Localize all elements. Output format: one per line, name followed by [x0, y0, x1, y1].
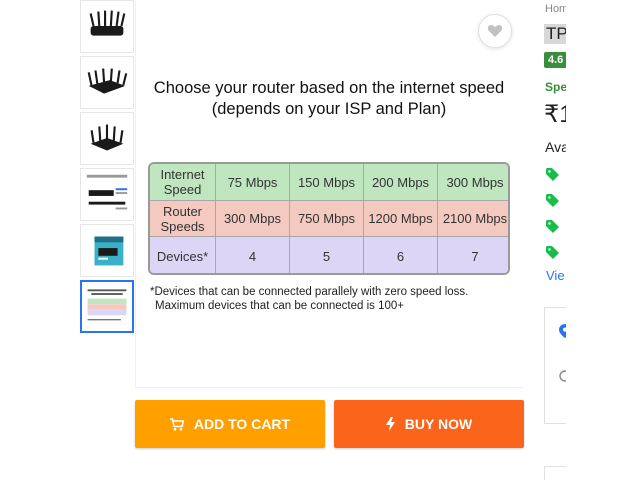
- router-speed-cell: 1200 Mbps: [364, 201, 438, 237]
- special-price-label: Spe: [545, 80, 566, 94]
- headline-line-2: (depends on your ISP and Plan): [211, 100, 447, 118]
- router-speed-cell: 2100 Mbps: [438, 201, 508, 237]
- box-image: [94, 236, 124, 266]
- delivery-box: [544, 307, 566, 424]
- rating-badge: 4.6: [544, 52, 566, 68]
- cart-icon: [169, 417, 184, 431]
- headline-line-1: Choose your router based on the internet…: [153, 79, 505, 97]
- speed-chart-image: [87, 289, 127, 321]
- buy-now-label: BUY NOW: [404, 416, 473, 432]
- tag-icon: [546, 220, 559, 233]
- product-title: TP: [544, 24, 566, 44]
- add-to-cart-button[interactable]: ADD TO CART: [135, 400, 325, 448]
- row-label-internet-speed: Internet Speed: [150, 164, 216, 201]
- breadcrumb[interactable]: Hom: [545, 3, 566, 15]
- location-icon: [559, 324, 566, 338]
- spec-image: [86, 174, 128, 210]
- internet-speed-cell: 300 Mbps: [438, 164, 508, 201]
- devices-cell: 6: [364, 237, 438, 273]
- price: ₹1: [544, 101, 566, 128]
- wishlist-button[interactable]: [478, 14, 512, 48]
- internet-speed-cell: 150 Mbps: [290, 164, 364, 201]
- add-to-cart-label: ADD TO CART: [193, 416, 291, 432]
- thumbnail-router-back[interactable]: [80, 112, 134, 165]
- radio-icon[interactable]: [559, 370, 566, 382]
- devices-cell: 4: [216, 237, 290, 273]
- lightning-icon: [385, 417, 395, 431]
- row-label-devices: Devices*: [150, 237, 216, 273]
- thumbnail-router-box[interactable]: [80, 224, 134, 277]
- product-details-panel: Hom TP 4.6 Spe ₹1 Ava Vie: [544, 0, 566, 480]
- thumbnail-router-specs[interactable]: [80, 168, 134, 221]
- thumbnail-router-angle[interactable]: [80, 56, 134, 109]
- table-footnote: *Devices that can be connected parallely…: [150, 285, 468, 313]
- tag-icon: [546, 194, 559, 207]
- info-box: [544, 466, 566, 480]
- tag-icon: [546, 168, 559, 181]
- router-image: [87, 68, 128, 94]
- buy-now-button[interactable]: BUY NOW: [334, 400, 524, 448]
- speed-table: Internet Speed 75 Mbps 150 Mbps 200 Mbps…: [148, 162, 510, 275]
- devices-cell: 7: [438, 237, 508, 273]
- available-offers-heading: Ava: [545, 139, 566, 155]
- router-speed-cell: 300 Mbps: [216, 201, 290, 237]
- thumbnail-router-front[interactable]: [80, 0, 134, 53]
- devices-cell: 5: [290, 237, 364, 273]
- view-more-offers-link[interactable]: Vie: [546, 268, 565, 283]
- router-speed-cell: 750 Mbps: [290, 201, 364, 237]
- heart-icon: [487, 24, 503, 37]
- row-label-router-speeds: Router Speeds: [150, 201, 216, 237]
- router-image: [89, 10, 126, 36]
- internet-speed-cell: 200 Mbps: [364, 164, 438, 201]
- footnote-line-2: Maximum devices that can be connected is…: [155, 300, 404, 312]
- footnote-line-1: *Devices that can be connected parallely…: [150, 286, 469, 298]
- image-headline: Choose your router based on the internet…: [135, 78, 523, 120]
- router-image: [90, 124, 124, 151]
- tag-icon: [546, 246, 559, 259]
- internet-speed-cell: 75 Mbps: [216, 164, 290, 201]
- thumbnail-router-speed-chart[interactable]: [80, 280, 134, 333]
